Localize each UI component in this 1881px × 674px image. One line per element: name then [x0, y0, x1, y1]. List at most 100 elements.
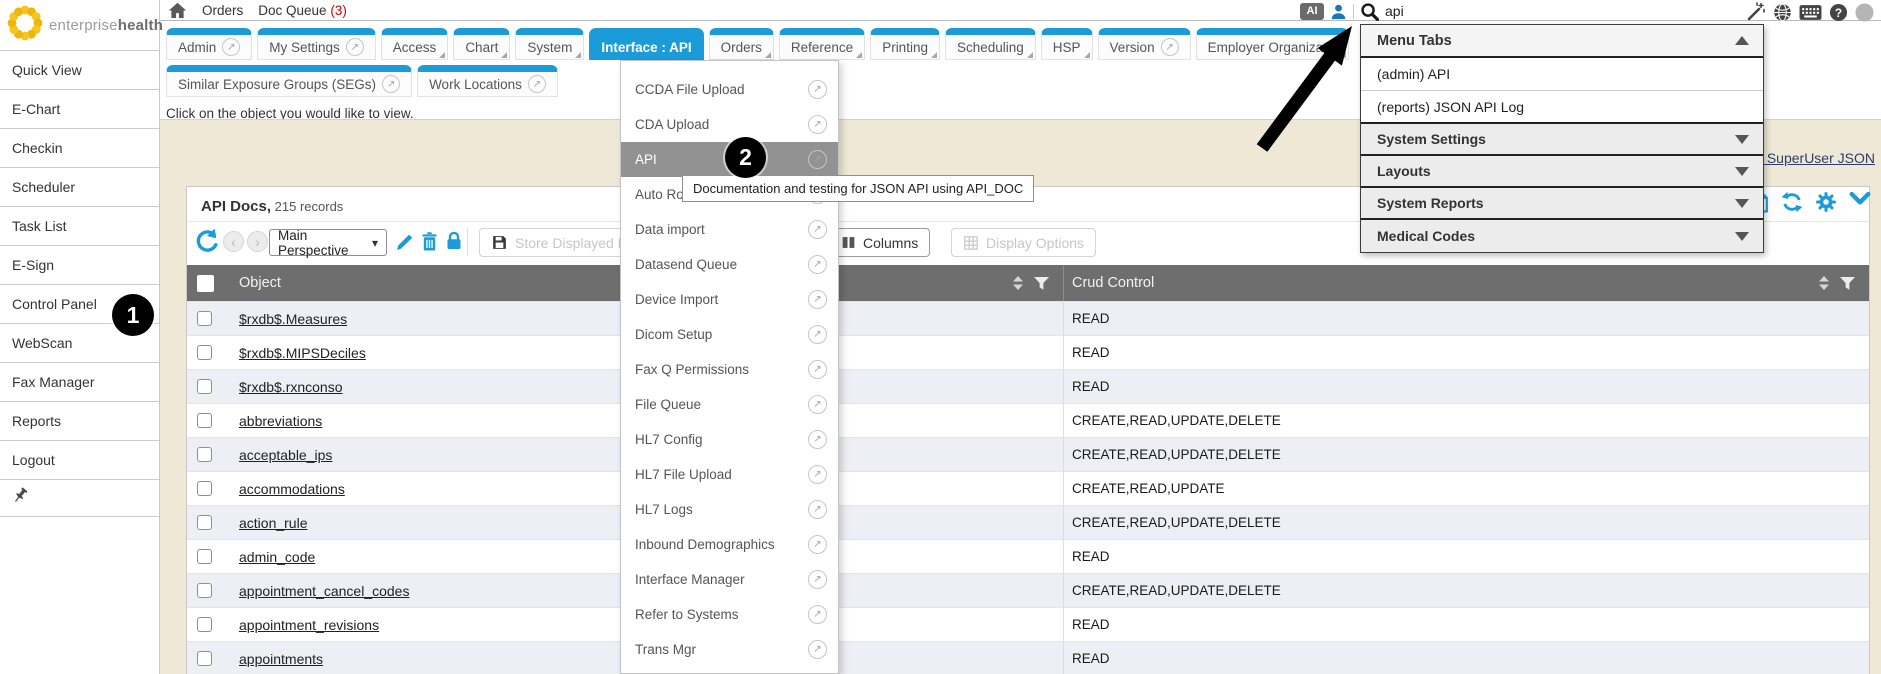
sidebar-item[interactable]: Checkin: [0, 128, 159, 167]
sidebar-item[interactable]: Scheduler: [0, 167, 159, 206]
object-link[interactable]: $rxdb$.MIPSDeciles: [239, 345, 366, 361]
row-checkbox[interactable]: [197, 583, 212, 598]
home-icon[interactable]: [168, 2, 187, 19]
sort-icon[interactable]: [1818, 275, 1830, 291]
menu-item[interactable]: Device Import: [621, 282, 838, 317]
tab[interactable]: Version: [1098, 28, 1191, 60]
row-checkbox[interactable]: [197, 549, 212, 564]
magic-wand-icon[interactable]: [1746, 2, 1766, 22]
keyboard-icon[interactable]: [1799, 4, 1822, 21]
filter-funnel-icon[interactable]: [1839, 276, 1856, 291]
tab[interactable]: Admin: [166, 28, 252, 60]
breadcrumb-orders[interactable]: Orders: [202, 3, 243, 18]
chevron-down-icon[interactable]: [1849, 191, 1871, 213]
menu-item[interactable]: Fax Q Permissions: [621, 352, 838, 387]
menu-tabs-section-header[interactable]: Menu Tabs: [1361, 25, 1763, 58]
sidebar-item[interactable]: Task List: [0, 206, 159, 245]
object-link[interactable]: appointment_revisions: [239, 617, 379, 633]
object-link[interactable]: $rxdb$.rxnconso: [239, 379, 343, 395]
menu-item[interactable]: Datasend Queue: [621, 247, 838, 282]
avatar[interactable]: [1855, 3, 1874, 22]
object-link[interactable]: appointments: [239, 651, 323, 667]
tab[interactable]: HSP: [1041, 28, 1093, 60]
row-checkbox[interactable]: [197, 481, 212, 496]
filter-funnel-icon[interactable]: [1033, 276, 1050, 291]
sidebar-item[interactable]: Quick View: [0, 50, 159, 89]
next-page-button[interactable]: ›: [247, 231, 268, 252]
search-section-header[interactable]: Layouts: [1361, 156, 1763, 188]
sidebar-item[interactable]: E-Sign: [0, 245, 159, 284]
object-link[interactable]: appointment_cancel_codes: [239, 583, 409, 599]
search-icon[interactable]: [1360, 2, 1379, 21]
search-result-item[interactable]: (admin) API: [1361, 58, 1763, 91]
tab[interactable]: My Settings: [257, 28, 376, 60]
sidebar-item[interactable]: Logout: [0, 440, 159, 479]
gear-icon[interactable]: [1815, 191, 1837, 213]
menu-item[interactable]: Refer to Systems: [621, 597, 838, 632]
object-link[interactable]: $rxdb$.Measures: [239, 311, 347, 327]
menu-item[interactable]: HL7 File Upload: [621, 457, 838, 492]
tab[interactable]: Chart: [453, 28, 510, 60]
perspective-select[interactable]: Main Perspective: [269, 229, 387, 256]
select-all-checkbox[interactable]: [197, 275, 214, 292]
menu-item[interactable]: HL7 Config: [621, 422, 838, 457]
tab[interactable]: Similar Exposure Groups (SEGs): [166, 65, 412, 97]
search-section-header[interactable]: System Settings: [1361, 124, 1763, 156]
search-section-header[interactable]: System Reports: [1361, 188, 1763, 220]
search-result-item[interactable]: (reports) JSON API Log: [1361, 91, 1763, 124]
menu-item[interactable]: CDA Upload: [621, 107, 838, 142]
tab[interactable]: Orders: [709, 28, 774, 60]
trash-icon[interactable]: [420, 231, 439, 252]
tab[interactable]: Reference: [779, 28, 865, 60]
row-checkbox[interactable]: [197, 651, 212, 666]
tab[interactable]: Printing: [870, 28, 940, 60]
sort-icon[interactable]: [1012, 275, 1024, 291]
search-input[interactable]: api: [1385, 3, 1404, 19]
edit-pencil-icon[interactable]: [395, 232, 415, 252]
column-header-crud-control[interactable]: Crud Control: [1072, 275, 1154, 291]
menu-item[interactable]: CCDA File Upload: [621, 72, 838, 107]
sidebar-item[interactable]: Reports: [0, 401, 159, 440]
object-link[interactable]: acceptable_ips: [239, 447, 332, 463]
object-link[interactable]: accommodations: [239, 481, 345, 497]
tab[interactable]: Work Locations: [417, 65, 558, 97]
row-checkbox[interactable]: [197, 379, 212, 394]
sidebar-item[interactable]: Fax Manager: [0, 362, 159, 401]
refresh-icon[interactable]: [1781, 191, 1803, 213]
breadcrumb-doc-queue[interactable]: Doc Queue (3): [258, 3, 347, 18]
row-checkbox[interactable]: [197, 515, 212, 530]
tab[interactable]: Employer Organizatio: [1196, 28, 1350, 60]
menu-item[interactable]: HL7 Logs: [621, 492, 838, 527]
pushpin-icon[interactable]: [13, 487, 28, 509]
object-link[interactable]: action_rule: [239, 515, 308, 531]
tab[interactable]: Interface : API: [589, 28, 703, 60]
column-header-object[interactable]: Object: [239, 275, 281, 291]
help-icon[interactable]: ?: [1829, 3, 1848, 22]
menu-item[interactable]: Interface Manager: [621, 562, 838, 597]
object-link[interactable]: admin_code: [239, 549, 315, 565]
menu-item[interactable]: Data import: [621, 212, 838, 247]
display-options-button[interactable]: Display Options: [951, 228, 1096, 257]
row-checkbox[interactable]: [197, 345, 212, 360]
globe-icon[interactable]: [1773, 3, 1792, 22]
row-checkbox[interactable]: [197, 311, 212, 326]
object-link[interactable]: abbreviations: [239, 413, 322, 429]
ai-badge[interactable]: AI: [1300, 3, 1324, 20]
sidebar-item[interactable]: E-Chart: [0, 89, 159, 128]
undo-icon[interactable]: [194, 228, 219, 253]
menu-item[interactable]: Dicom Setup: [621, 317, 838, 352]
columns-button[interactable]: Columns: [829, 228, 930, 257]
superuser-link[interactable]: t SuperUser JSON: [1759, 150, 1875, 166]
menu-item[interactable]: File Queue: [621, 387, 838, 422]
lock-icon[interactable]: [444, 230, 464, 251]
tab[interactable]: Access: [381, 28, 449, 60]
menu-item[interactable]: Trans Mgr: [621, 632, 838, 667]
user-icon[interactable]: [1330, 3, 1347, 20]
tab[interactable]: Scheduling: [945, 28, 1036, 60]
tab[interactable]: System: [515, 28, 584, 60]
search-section-header[interactable]: Medical Codes: [1361, 220, 1763, 252]
prev-page-button[interactable]: ‹: [223, 231, 244, 252]
row-checkbox[interactable]: [197, 413, 212, 428]
row-checkbox[interactable]: [197, 447, 212, 462]
row-checkbox[interactable]: [197, 617, 212, 632]
